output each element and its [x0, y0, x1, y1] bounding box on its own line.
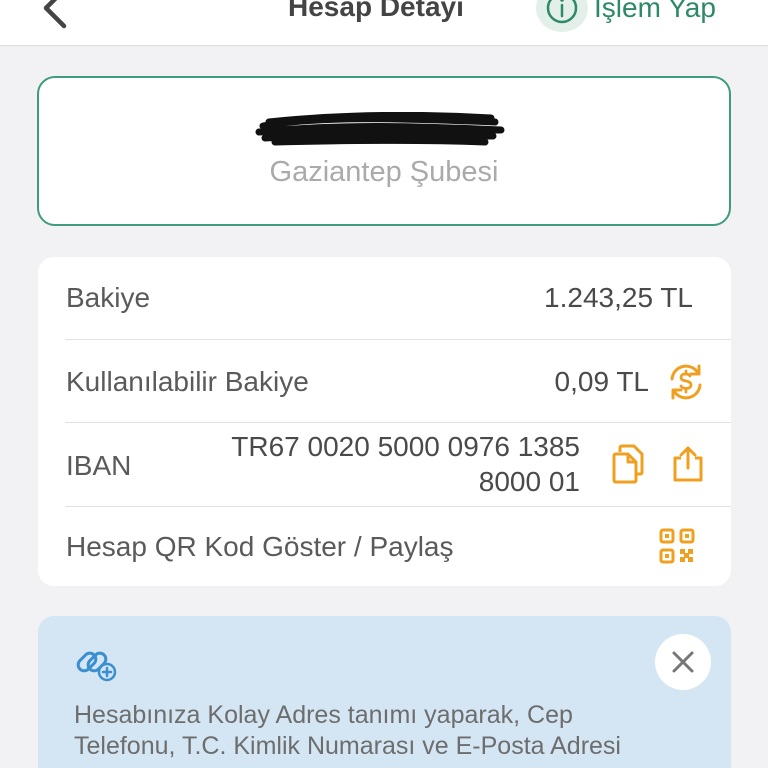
info-circle-icon	[546, 0, 578, 24]
balance-row: Bakiye 1.243,25 TL	[38, 257, 731, 340]
close-icon	[672, 651, 694, 673]
close-info-button[interactable]	[655, 634, 711, 690]
share-icon	[673, 446, 703, 482]
account-summary-card: Gaziantep Şubesi	[37, 76, 731, 226]
header-bar: Hesap Detayı İşlem Yap	[0, 0, 768, 46]
back-button[interactable]	[36, 0, 76, 30]
link-add-icon	[76, 651, 117, 682]
account-detail-screen: Hesap Detayı İşlem Yap Gaziantep Şubesi …	[0, 0, 768, 768]
iban-value-line2: 8000 01	[478, 466, 580, 497]
available-balance-row: Kullanılabilir Bakiye 0,09 TL	[38, 340, 731, 423]
qr-code-label: Hesap QR Kod Göster / Paylaş	[66, 531, 454, 562]
qr-code-icon	[659, 528, 695, 564]
available-balance-label: Kullanılabilir Bakiye	[66, 366, 309, 397]
iban-label: IBAN	[66, 450, 132, 481]
copy-iban-button[interactable]	[608, 443, 648, 485]
currency-exchange-icon	[670, 364, 702, 400]
copy-icon	[612, 444, 644, 484]
transaction-button-label: İşlem Yap	[594, 0, 716, 23]
balance-value: 1.243,25 TL	[544, 282, 693, 313]
currency-exchange-button[interactable]	[664, 360, 708, 404]
available-balance-value: 0,09 TL	[554, 366, 649, 397]
account-details-card: Bakiye 1.243,25 TL Kullanılabilir Bakiye…	[38, 257, 731, 586]
easy-address-info-card: Hesabınıza Kolay Adres tanımı yaparak, C…	[38, 616, 731, 768]
iban-row: IBAN TR67 0020 5000 0976 1385 8000 01	[38, 423, 731, 507]
redacted-account-name	[255, 112, 505, 146]
chevron-left-icon	[43, 0, 67, 29]
qr-code-row[interactable]: Hesap QR Kod Göster / Paylaş	[38, 507, 731, 586]
transaction-button[interactable]: İşlem Yap	[536, 0, 716, 32]
iban-value-line1: TR67 0020 5000 0976 1385	[231, 431, 580, 462]
qr-code-button[interactable]	[658, 527, 696, 565]
info-circle-icon-wrap	[536, 0, 588, 32]
share-iban-button[interactable]	[668, 443, 708, 485]
branch-name: Gaziantep Şubesi	[269, 156, 499, 188]
balance-label: Bakiye	[66, 282, 151, 313]
page-title: Hesap Detayı	[288, 0, 464, 22]
info-text: Hesabınıza Kolay Adres tanımı yaparak, C…	[74, 701, 621, 760]
